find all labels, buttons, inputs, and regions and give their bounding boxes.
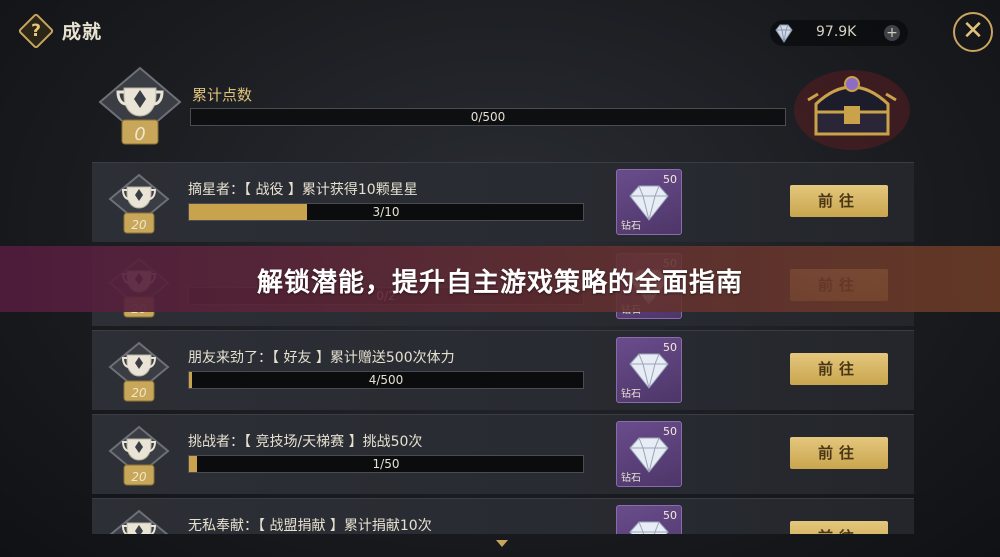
help-label: ?	[31, 21, 41, 41]
achievement-title: 朋友来劲了：【 好友 】累计赠送500次体力	[188, 350, 455, 366]
trophy-icon: 20	[108, 509, 170, 534]
trophy-icon: 0	[96, 66, 184, 152]
achievement-row: 20 摘星者：【 战役 】累计获得10颗星星 3/10 50 钻石 前往	[92, 162, 914, 242]
chevron-down-icon[interactable]	[496, 540, 508, 547]
add-currency-button[interactable]: +	[884, 25, 900, 41]
trophy-icon: 20	[108, 341, 170, 405]
go-button[interactable]: 前往	[790, 521, 888, 534]
treasure-chest-icon[interactable]	[790, 64, 914, 152]
banner-text: 解锁潜能，提升自主游戏策略的全面指南	[256, 268, 743, 298]
reward-item[interactable]: 50钻石	[616, 169, 682, 235]
points-progress-text: 0/500	[470, 110, 506, 124]
achievement-progress-text: 3/10	[372, 205, 400, 219]
currency-amount: 97.9K	[816, 24, 857, 40]
achievement-progress-bar: 3/10	[188, 203, 584, 221]
page-title: 成就	[62, 21, 103, 43]
go-button[interactable]: 前往	[790, 437, 888, 469]
achievement-list[interactable]: 20摘星者：【 战役 】累计获得10颗星星3/1050钻石前往200/250钻石…	[92, 162, 914, 534]
reward-item[interactable]: 50钻石	[616, 337, 682, 403]
reward-item[interactable]: 50钻石	[616, 505, 682, 534]
go-button[interactable]: 前往	[790, 353, 888, 385]
achievement-title: 挑战者：【 竞技场/天梯赛 】挑战50次	[188, 434, 423, 450]
reward-item[interactable]: 50钻石	[616, 421, 682, 487]
achievement-title: 摘星者：【 战役 】累计获得10颗星星	[188, 182, 418, 198]
trophy-icon: 20	[108, 173, 170, 237]
achievement-progress-bar: 1/50	[188, 455, 584, 473]
achievement-progress-bar: 4/500	[188, 371, 584, 389]
achievement-row: 20 无私奉献：【 战盟捐献 】累计捐献10次 50钻石前往	[92, 498, 914, 534]
trophy-level: 20	[131, 218, 147, 232]
points-progress-bar: 0/500	[190, 108, 786, 126]
achievement-title: 无私奉献：【 战盟捐献 】累计捐献10次	[188, 518, 432, 534]
achievement-row: 20 朋友来劲了：【 好友 】累计赠送500次体力 4/500 50 钻石 前往	[92, 330, 914, 410]
achievement-progress-text: 1/50	[372, 457, 400, 471]
achievement-row: 20 挑战者：【 竞技场/天梯赛 】挑战50次 1/50 50 钻石 前往	[92, 414, 914, 494]
diamond-gem-icon	[775, 24, 793, 43]
go-button[interactable]: 前往	[790, 185, 888, 217]
title-banner: 解锁潜能，提升自主游戏策略的全面指南	[0, 246, 1000, 312]
trophy-level: 20	[131, 470, 147, 484]
currency-display: 97.9K +	[770, 20, 908, 46]
help-button[interactable]: ?	[17, 12, 55, 50]
trophy-level: 20	[131, 386, 147, 400]
trophy-level: 0	[134, 124, 146, 145]
points-summary: 0 累计点数 0/500	[90, 62, 920, 154]
achievement-progress-text: 4/500	[368, 373, 404, 387]
points-label: 累计点数	[192, 86, 253, 104]
trophy-icon: 20	[108, 425, 170, 489]
reward-name: 钻石	[621, 473, 641, 484]
close-button[interactable]: ✕	[953, 12, 993, 52]
reward-name: 钻石	[621, 389, 641, 400]
reward-name: 钻石	[621, 221, 641, 232]
top-bar: ? 成就 97.9K + ✕	[0, 0, 1000, 62]
